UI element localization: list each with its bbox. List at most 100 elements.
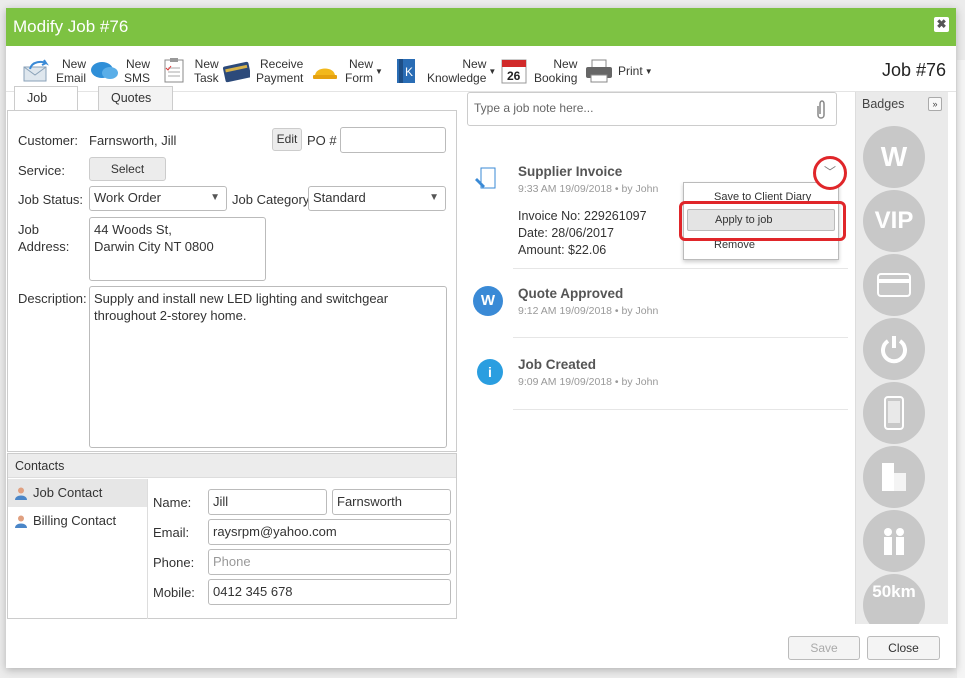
job-status-value: Work Order — [94, 190, 161, 205]
invoice-icon — [475, 167, 496, 189]
new-booking-button[interactable]: 26 New Booking — [500, 54, 577, 88]
divider — [513, 409, 848, 410]
customer-label: Customer: — [18, 133, 78, 148]
first-name-input[interactable]: Jill — [208, 489, 327, 515]
new-sms-button[interactable]: New SMS — [90, 54, 150, 88]
divider — [513, 268, 848, 269]
chevron-down-icon: ▼ — [375, 66, 383, 76]
invoice-amount: Amount: $22.06 — [518, 243, 607, 257]
select-service-button[interactable]: Select Service — [89, 157, 166, 198]
job-category-label: Job Category — [232, 192, 310, 207]
email-label: Email: — [153, 525, 190, 540]
job-address-input[interactable]: 44 Woods St, Darwin City NT 0800 — [89, 217, 266, 281]
po-label: PO # — [307, 133, 337, 148]
background-edge — [957, 60, 965, 678]
contact-item-job[interactable]: Job Contact — [8, 479, 147, 507]
new-task-button[interactable]: New Task — [160, 54, 219, 88]
svg-text:K: K — [405, 65, 413, 79]
job-note-input[interactable]: Type a job note here... — [467, 92, 837, 126]
note-actions-dropdown[interactable]: ﹀ — [813, 156, 847, 190]
note-body: Invoice No: 229261097 Date: 28/06/2017 A… — [518, 208, 647, 259]
contacts-header: Contacts — [8, 454, 456, 478]
note-meta: 9:12 AM 19/09/2018 • by John — [518, 305, 659, 317]
person-icon — [15, 515, 27, 528]
person-icon — [15, 487, 27, 500]
note-title: Supplier Invoice — [518, 164, 623, 179]
phone-label: Phone: — [153, 555, 195, 570]
card-icon — [877, 273, 911, 297]
dialog-titlebar: Modify Job #76 ✖ — [6, 8, 956, 46]
divider — [513, 337, 848, 338]
expand-icon[interactable]: » — [928, 97, 942, 111]
chevron-down-icon: ﹀ — [823, 165, 836, 179]
service-label: Service: — [18, 163, 65, 178]
new-knowledge-button[interactable]: K New Knowledge ▼ — [393, 54, 496, 88]
form-icon — [311, 58, 339, 84]
contacts-panel: Contacts Job Contact Billing Contact Nam… — [7, 453, 457, 619]
paperclip-icon[interactable] — [814, 100, 828, 120]
badge-label: 50km — [872, 582, 916, 601]
calendar-icon: 26 — [500, 58, 528, 84]
contact-item-billing[interactable]: Billing Contact — [8, 507, 147, 535]
note-meta: 9:33 AM 19/09/2018 • by John — [518, 183, 659, 195]
badge-vip[interactable]: VIP — [863, 190, 925, 252]
job-category-select[interactable]: Standard ▼ — [308, 186, 446, 211]
mobile-field[interactable]: 0412 345 678 — [208, 579, 451, 605]
calendar-day: 26 — [507, 69, 521, 83]
badge-card[interactable] — [863, 254, 925, 316]
mobile-label: Mobile: — [153, 585, 195, 600]
toolbar-label: New Form — [345, 57, 373, 85]
name-label: Name: — [153, 495, 192, 510]
job-address-label: Job Address: — [18, 222, 70, 254]
phone-field[interactable]: Phone — [208, 549, 451, 575]
payment-icon — [222, 58, 250, 84]
badge-label: W — [880, 141, 908, 172]
power-icon — [881, 336, 907, 364]
description-label: Description: — [18, 291, 87, 306]
edit-customer-button[interactable]: Edit — [272, 128, 302, 151]
badge-people[interactable] — [863, 510, 925, 572]
last-name-input[interactable]: Farnsworth — [332, 489, 451, 515]
tab-quotes-invoicing[interactable]: Quotes & Invoicing — [98, 86, 174, 151]
job-number: Job #76 — [881, 60, 946, 80]
badge-mobile[interactable] — [863, 382, 925, 444]
receive-payment-button[interactable]: Receive Payment — [222, 54, 303, 88]
save-button[interactable]: Save — [788, 636, 860, 660]
toolbar-label: New Email — [56, 57, 87, 85]
badge-power[interactable] — [863, 318, 925, 380]
toolbar-label: New Task — [194, 57, 219, 85]
badges-header: Badges » — [856, 92, 948, 116]
note-meta: 9:09 AM 19/09/2018 • by John — [518, 376, 659, 388]
print-button[interactable]: Print ▼ — [584, 54, 653, 88]
description-input[interactable]: Supply and install new LED lighting and … — [89, 286, 447, 448]
new-form-button[interactable]: New Form ▼ — [311, 54, 383, 88]
notes-panel: Type a job note here... Supplier Invoice… — [463, 84, 848, 619]
toolbar-label: New Booking — [534, 57, 578, 85]
sms-icon — [90, 58, 118, 84]
note-entry-job-created: i Job Created 9:09 AM 19/09/2018 • by Jo… — [473, 357, 843, 397]
tab-job-details[interactable]: Job Details — [14, 86, 79, 128]
info-icon: i — [477, 359, 503, 385]
close-icon[interactable]: ✖ — [934, 17, 949, 32]
dialog-title: Modify Job #76 — [13, 17, 129, 36]
job-category-value: Standard — [313, 190, 366, 205]
new-email-button[interactable]: New Email — [22, 54, 86, 88]
email-field[interactable]: raysrpm@yahoo.com — [208, 519, 451, 545]
w-icon: W — [473, 286, 503, 316]
job-status-select[interactable]: Work Order ▼ — [89, 186, 227, 211]
badge-label: VIP — [874, 207, 914, 234]
badge-50km[interactable]: 50km — [863, 574, 925, 624]
toolbar-label: New Knowledge — [427, 57, 487, 85]
badge-w[interactable]: W — [863, 126, 925, 188]
toolbar-label: Receive Payment — [256, 57, 304, 85]
info-icon-letter: i — [488, 364, 492, 380]
close-button[interactable]: Close — [867, 636, 940, 660]
job-details-form: Customer: Farnsworth, Jill Edit PO # Ser… — [7, 110, 457, 452]
po-input[interactable] — [340, 127, 446, 153]
job-status-label: Job Status: — [18, 192, 84, 207]
w-icon-letter: W — [480, 292, 496, 309]
badge-building[interactable] — [863, 446, 925, 508]
badges-title: Badges — [862, 97, 905, 111]
building-icon — [882, 463, 906, 491]
people-icon — [884, 528, 904, 555]
